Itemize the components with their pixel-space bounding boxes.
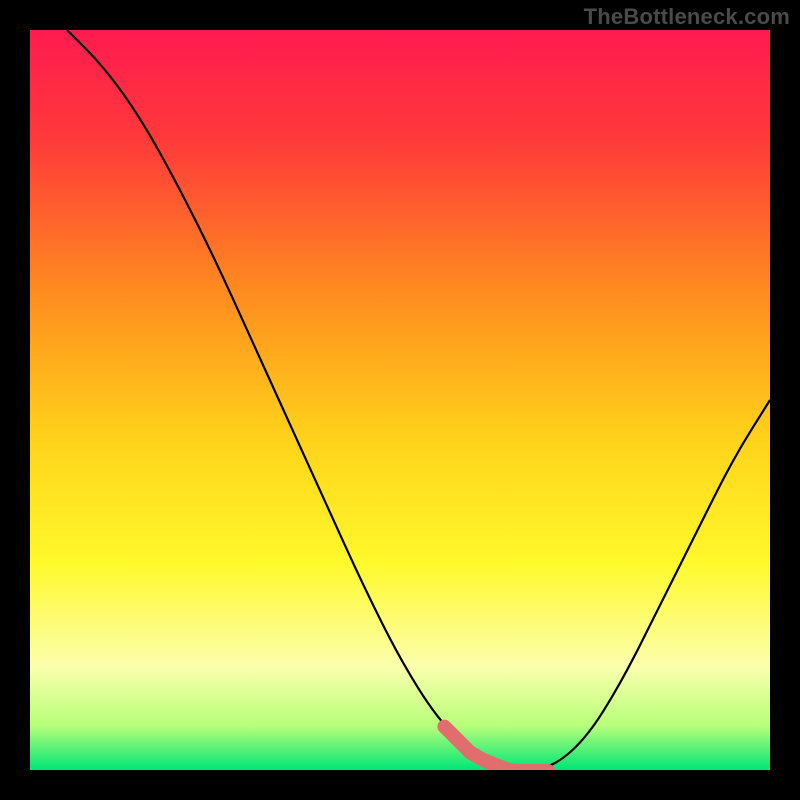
watermark-text: TheBottleneck.com: [584, 4, 790, 30]
plot-area: [30, 30, 770, 770]
chart-frame: TheBottleneck.com: [0, 0, 800, 800]
chart-svg: [30, 30, 770, 770]
